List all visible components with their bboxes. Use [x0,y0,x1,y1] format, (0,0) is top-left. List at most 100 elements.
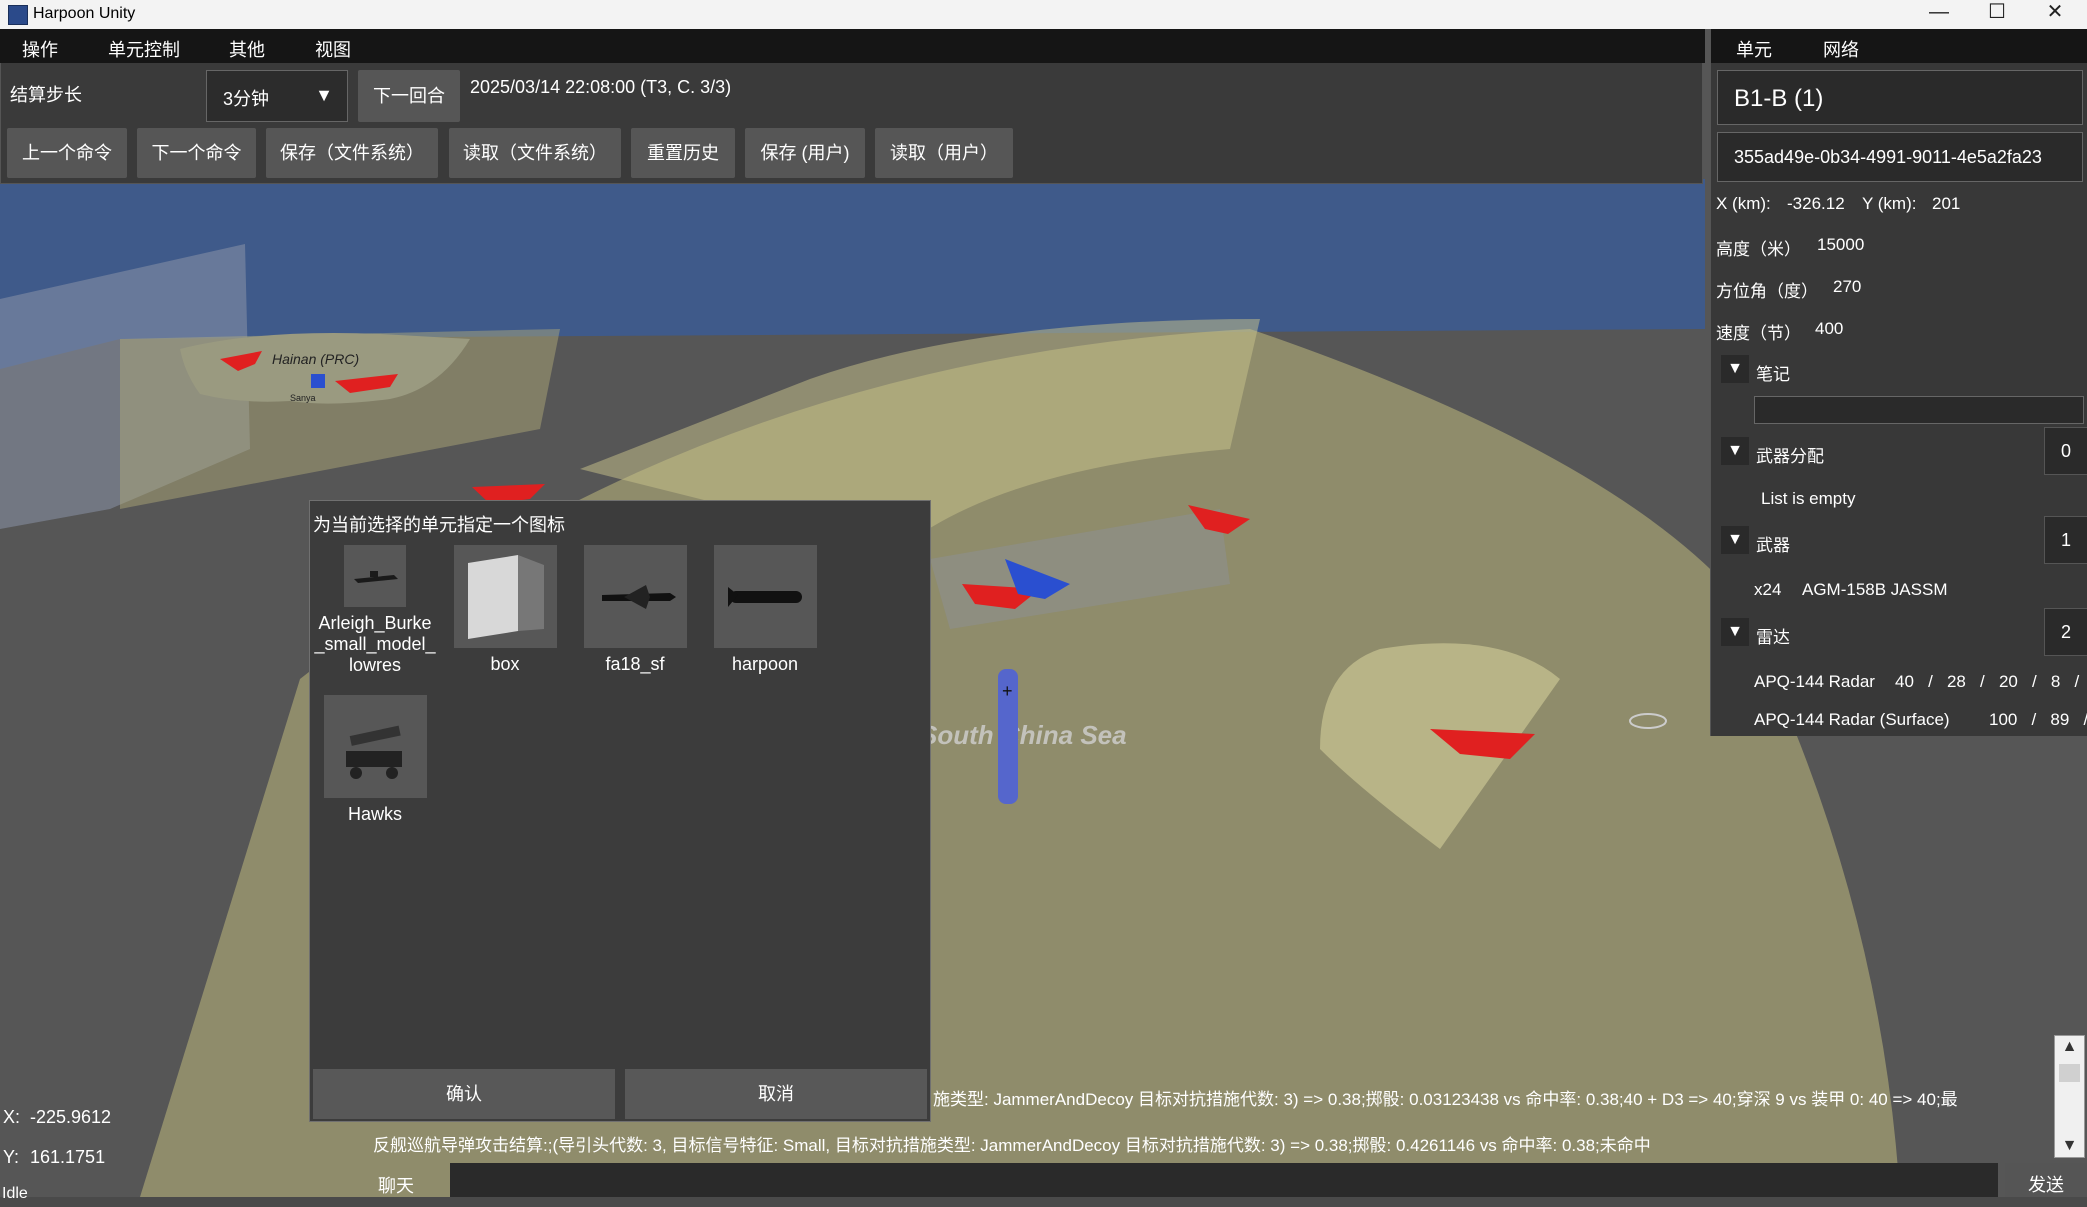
icon-caption: box [490,654,520,674]
scroll-thumb[interactable] [2059,1064,2080,1082]
maximize-button[interactable]: ☐ [1968,0,2026,29]
radar-values: 100 / 89 / [1989,710,2087,729]
menu-other[interactable]: 其他 [229,36,265,62]
icon-option-box[interactable]: box [440,545,570,675]
menu-view[interactable]: 视图 [315,36,351,62]
altitude-value: 15000 [1817,235,1865,254]
x-value: -326.12 [1787,194,1845,213]
unit-name: B1-B (1) [1734,85,1824,112]
step-dropdown[interactable]: 3分钟 ▼ [206,70,348,122]
weapon-assign-label: 武器分配 [1756,447,1824,466]
notes-expand-icon[interactable]: ▼ [1721,355,1749,383]
notes-label: 笔记 [1756,365,1790,384]
weapon-assign-empty: List is empty [1761,489,1856,508]
radar-expand-icon[interactable]: ▼ [1721,618,1749,646]
unit-name-field[interactable]: B1-B (1) [1717,70,2083,125]
altitude-label: 高度（米） [1716,240,1801,259]
icon-option-arleigh-burke[interactable]: Arleigh_Burke _small_model_ lowres [310,545,440,676]
icon-caption: Arleigh_Burke [318,613,432,633]
window-title: Harpoon Unity [33,5,136,22]
cursor-x-label: X: [3,1107,21,1127]
unit-info-panel: 单元 网络 B1-B (1) 355ad49e-0b34-4991-9011-4… [1710,29,2087,736]
tab-unit[interactable]: 单元 [1736,36,1772,62]
dialog-title: 为当前选择的单元指定一个图标 [313,515,565,535]
missile-icon [713,545,817,648]
x-label: X (km): [1716,194,1771,213]
menu-unit-control[interactable]: 单元控制 [108,36,180,62]
weapons-count: 1 [2044,516,2087,564]
load-user-button[interactable]: 读取（用户） [875,128,1013,178]
weapons-label: 武器 [1756,536,1790,555]
confirm-button[interactable]: 确认 [313,1069,615,1119]
chat-input[interactable] [450,1163,1998,1197]
cursor-x-value: -225.9612 [30,1107,112,1127]
icon-caption: Hawks [347,804,402,824]
notes-input[interactable] [1754,396,2084,424]
app-icon [8,5,28,25]
menu-bar: 操作 单元控制 其他 视图 [0,29,1705,63]
prev-command-button[interactable]: 上一个命令 [7,128,127,178]
chat-label: 聊天 [378,1176,414,1196]
save-user-button[interactable]: 保存 (用户) [745,128,865,178]
send-button[interactable]: 发送 [2005,1163,2087,1197]
save-filesystem-button[interactable]: 保存（文件系统） [266,128,438,178]
load-filesystem-button[interactable]: 读取（文件系统） [449,128,621,178]
icon-select-dialog: 为当前选择的单元指定一个图标 Arleigh_Burke _small_mode… [309,500,931,1122]
speed-value: 400 [1815,319,1844,338]
tab-network[interactable]: 网络 [1823,36,1859,62]
menu-operations[interactable]: 操作 [22,36,58,62]
radar-values: 40 / 28 / 20 / 8 / [1895,672,2080,691]
scroll-up-icon[interactable]: ▲ [2055,1038,2084,1056]
icon-caption: harpoon [731,654,799,674]
chevron-down-icon: ▼ [315,85,333,105]
speed-label: 速度（节） [1716,324,1801,343]
y-value: 201 [1932,194,1961,213]
unit-id: 355ad49e-0b34-4991-9011-4e5a2fa23 [1734,147,2042,167]
cursor-y-label: Y: [3,1147,20,1167]
log-scrollbar[interactable]: ▲ ▼ [2054,1035,2085,1158]
scroll-down-icon[interactable]: ▼ [2055,1137,2084,1155]
weapon-assign-count: 0 [2044,427,2087,475]
icon-caption: lowres [348,655,401,675]
minimize-button[interactable]: — [1910,0,1968,29]
cursor-y-value: 161.1751 [30,1147,106,1167]
box-icon [453,545,557,648]
icon-caption: _small_model_ [314,634,436,654]
weapon-qty: x24 [1754,580,1782,599]
icon-option-harpoon[interactable]: harpoon [700,545,830,675]
weapon-name: AGM-158B JASSM [1802,580,1948,599]
icon-caption: fa18_sf [605,654,665,674]
icon-option-fa18-sf[interactable]: fa18_sf [570,545,700,675]
reset-history-button[interactable]: 重置历史 [631,128,735,178]
heading-label: 方位角（度） [1716,282,1818,301]
close-button[interactable]: ✕ [2026,0,2084,29]
friendly-ship[interactable]: + [998,669,1018,804]
sea-label: South China Sea [920,720,1127,750]
svg-text:+: + [1002,681,1013,701]
town-label: Sanya [290,393,316,403]
radar-label: 雷达 [1756,628,1790,647]
y-label: Y (km): [1862,194,1917,213]
fighter-jet-icon [583,545,687,648]
step-label: 结算步长 [10,85,82,105]
heading-value: 270 [1833,277,1862,296]
next-command-button[interactable]: 下一个命令 [137,128,256,178]
next-turn-button[interactable]: 下一回合 [358,70,460,122]
cancel-button[interactable]: 取消 [625,1069,927,1119]
step-value: 3分钟 [223,89,270,109]
status-text: Idle [2,1185,28,1202]
weapons-expand-icon[interactable]: ▼ [1721,526,1749,554]
radar-count: 2 [2044,608,2087,656]
log-line: 施类型: JammerAndDecoy 目标对抗措施代数: 3) => 0.38… [933,1090,1958,1109]
launcher-icon [323,695,427,798]
radar-name: APQ-144 Radar (Surface) [1754,710,1950,729]
weapon-assign-expand-icon[interactable]: ▼ [1721,437,1749,465]
panel-tabs: 单元 网络 [1711,29,2087,63]
destroyer-icon [344,545,406,607]
radar-name: APQ-144 Radar [1754,672,1875,691]
icon-option-hawks[interactable]: Hawks [310,695,440,825]
turn-datetime: 2025/03/14 22:08:00 (T3, C. 3/3) [470,77,732,97]
island-label: Hainan (PRC) [272,351,359,367]
friendly-unit-small[interactable] [311,374,325,388]
unit-id-field[interactable]: 355ad49e-0b34-4991-9011-4e5a2fa23 [1717,132,2083,182]
